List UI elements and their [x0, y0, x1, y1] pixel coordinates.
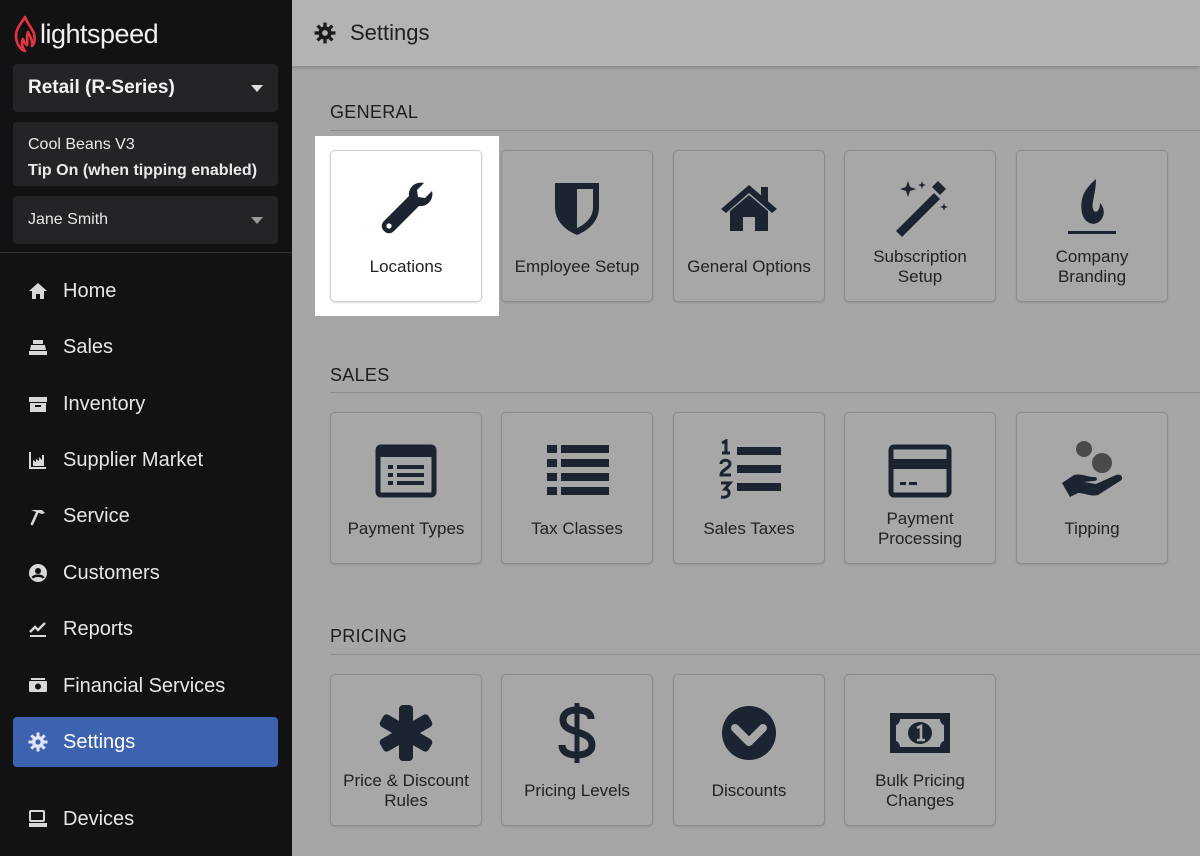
sidebar-item-devices[interactable]: Devices [13, 794, 278, 844]
tile-label: Tipping [1064, 519, 1120, 538]
tile-label: Subscription Setup [873, 247, 967, 286]
location-name: Cool Beans V3 [28, 136, 135, 153]
user-circle-icon [27, 562, 49, 584]
tile-label: Discounts [711, 781, 787, 800]
wrench-icon [331, 177, 481, 241]
brand-name: lightspeed [40, 18, 159, 49]
sidebar-item-label: Inventory [63, 392, 146, 415]
section-divider [330, 130, 1200, 131]
tile-price-discount-rules[interactable]: Price & Discount Rules [330, 674, 482, 826]
hand-coins-icon [1017, 439, 1167, 503]
tile-tipping[interactable]: Tipping [1016, 412, 1168, 564]
sidebar-item-service[interactable]: Service [13, 491, 278, 541]
tile-label: Payment Processing [877, 509, 963, 548]
tile-label: Locations [369, 257, 443, 276]
tile-pricing-levels[interactable]: Pricing Levels [501, 674, 653, 826]
user-selector[interactable]: Jane Smith [13, 196, 278, 244]
chevron-down-icon [251, 216, 263, 224]
credit-card-icon [845, 439, 995, 503]
sidebar-item-supplier-market[interactable]: Supplier Market [13, 435, 278, 485]
sidebar-item-home[interactable]: Home [13, 266, 278, 316]
hammer-icon [27, 505, 49, 527]
sidebar-item-label: Devices [63, 807, 135, 830]
section-divider [330, 392, 1200, 393]
sidebar-divider [0, 252, 292, 253]
tile-label: Employee Setup [514, 257, 640, 276]
tile-payment-processing[interactable]: Payment Processing [844, 412, 996, 564]
brand-logo[interactable]: lightspeed [12, 14, 159, 54]
tile-subscription-setup[interactable]: Subscription Setup [844, 150, 996, 302]
page-header: Settings [292, 0, 1200, 66]
register-icon [27, 336, 49, 358]
sidebar-item-label: Reports [63, 617, 134, 640]
archive-icon [27, 393, 49, 415]
sidebar-item-label: Sales [63, 335, 114, 358]
tile-label: General Options [687, 257, 811, 276]
sidebar-item-label: Service [63, 504, 130, 527]
tile-label: Payment Types [347, 519, 465, 538]
tile-label: Bulk Pricing Changes [875, 771, 965, 810]
money-bill-icon [845, 701, 995, 765]
section-title-general: GENERAL [330, 102, 419, 122]
monitor-icon [27, 808, 49, 830]
asterisk-icon [331, 701, 481, 765]
chart-line-icon [27, 618, 49, 640]
sidebar-item-inventory[interactable]: Inventory [13, 379, 278, 429]
tile-company-branding[interactable]: Company Branding [1016, 150, 1168, 302]
tile-tax-classes[interactable]: Tax Classes [501, 412, 653, 564]
market-icon [27, 449, 49, 471]
section-divider [330, 654, 1200, 655]
chevron-circle-down-icon [674, 701, 824, 765]
tile-label: Pricing Levels [524, 781, 630, 800]
tile-sales-taxes[interactable]: Sales Taxes [673, 412, 825, 564]
tile-general-options[interactable]: General Options [673, 150, 825, 302]
sidebar-item-label: Home [63, 279, 117, 302]
sidebar-item-label: Customers [63, 561, 160, 584]
dollar-icon [502, 701, 652, 765]
sidebar-item-financial-services[interactable]: Financial Services [13, 661, 278, 711]
section-title-sales: SALES [330, 365, 390, 385]
location-selector[interactable]: Cool Beans V3 Tip On (when tipping enabl… [13, 122, 278, 186]
product-selector[interactable]: Retail (R-Series) [13, 64, 278, 112]
chevron-down-icon [251, 84, 263, 92]
page-title: Settings [350, 20, 430, 45]
product-label: Retail (R-Series) [28, 77, 175, 98]
sidebar-item-customers[interactable]: Customers [13, 548, 278, 598]
tile-payment-types[interactable]: Payment Types [330, 412, 482, 564]
section-title-pricing: PRICING [330, 626, 408, 646]
tile-locations[interactable]: Locations [330, 150, 482, 302]
user-name: Jane Smith [28, 211, 109, 228]
tile-label: Price & Discount Rules [343, 771, 469, 810]
numbered-list-icon [674, 439, 824, 503]
tile-label: Tax Classes [531, 519, 623, 538]
flame-icon [1017, 177, 1167, 241]
gear-icon [27, 731, 49, 753]
tile-employee-setup[interactable]: Employee Setup [501, 150, 653, 302]
sidebar-item-label: Financial Services [63, 674, 226, 697]
sidebar: lightspeed Retail (R-Series) Cool Beans … [0, 0, 292, 856]
flame-icon [14, 15, 36, 53]
magic-wand-icon [845, 177, 995, 241]
sidebar-item-sales[interactable]: Sales [13, 322, 278, 372]
sidebar-item-label: Settings [63, 730, 136, 753]
house-icon [674, 177, 824, 241]
list-card-icon [331, 439, 481, 503]
list-icon [502, 439, 652, 503]
tile-label: Company Branding [1055, 247, 1129, 286]
shield-icon [502, 177, 652, 241]
gear-icon [314, 22, 336, 44]
tile-bulk-pricing-changes[interactable]: Bulk Pricing Changes [844, 674, 996, 826]
tile-discounts[interactable]: Discounts [673, 674, 825, 826]
money-icon [27, 675, 49, 697]
tile-label: Sales Taxes [703, 519, 795, 538]
sidebar-item-settings[interactable]: Settings [13, 717, 278, 767]
home-icon [27, 280, 49, 302]
sidebar-item-label: Supplier Market [63, 448, 204, 471]
sidebar-item-reports[interactable]: Reports [13, 604, 278, 654]
location-subtitle: Tip On (when tipping enabled) [28, 162, 258, 179]
